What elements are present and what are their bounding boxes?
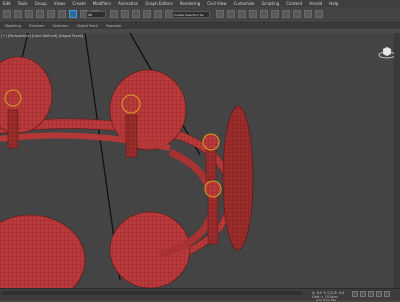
material-editor-icon[interactable] <box>282 10 290 18</box>
toolbar-left-group <box>3 10 99 18</box>
render-icon[interactable] <box>315 10 323 18</box>
main-toolbar: All Create Selection Se <box>0 7 400 23</box>
toolbar-transform-group <box>110 10 173 18</box>
named-selection-set-value: Create Selection Se <box>174 13 204 17</box>
render-setup-icon[interactable] <box>293 10 301 18</box>
menu-item[interactable]: Content <box>286 0 302 7</box>
zoom-extents-icon[interactable] <box>376 291 382 297</box>
timeline-track[interactable] <box>2 291 302 295</box>
viewport-label[interactable]: [+] [Perspective] [User Defined] [Edged … <box>1 34 83 38</box>
undo-icon[interactable] <box>3 10 11 18</box>
bind-spacewarp-icon[interactable] <box>47 10 55 18</box>
layer-explorer-icon[interactable] <box>238 10 246 18</box>
menu-item[interactable]: Graph Editors <box>145 0 172 7</box>
angle-snap-icon[interactable] <box>154 10 162 18</box>
viewport-right-edge <box>394 33 400 288</box>
menu-item[interactable]: Animation <box>118 0 138 7</box>
menu-item[interactable]: Help <box>329 0 338 7</box>
menu-item[interactable]: Arnold <box>309 0 322 7</box>
selection-filter-value: All <box>88 13 93 17</box>
align-icon[interactable] <box>227 10 235 18</box>
key-mode-icon[interactable] <box>360 291 366 297</box>
candle-post <box>125 114 138 158</box>
menu-item[interactable]: Edit <box>3 0 11 7</box>
menu-item[interactable]: Modifiers <box>93 0 111 7</box>
play-icon[interactable] <box>352 291 358 297</box>
menu-item[interactable]: Customize <box>234 0 255 7</box>
menu-item[interactable]: Tools <box>18 0 28 7</box>
named-selection-set-dropdown[interactable]: Create Selection Se <box>172 11 210 18</box>
menu-item[interactable]: Create <box>72 0 85 7</box>
graphite-toggle-icon[interactable] <box>249 10 257 18</box>
candle-post <box>7 109 19 149</box>
link-icon[interactable] <box>25 10 33 18</box>
schematic-view-icon[interactable] <box>271 10 279 18</box>
selection-filter-dropdown[interactable]: All <box>86 11 106 18</box>
playback-controls <box>352 291 390 297</box>
menu-item[interactable]: Views <box>54 0 66 7</box>
bulb <box>204 180 222 198</box>
status-bar: X: 0.0 Y: 0.0 Z: 0.0 Grid = 10.0cm Add T… <box>0 288 400 302</box>
bulb <box>121 94 141 114</box>
perspective-viewport[interactable]: [+] [Perspective] [User Defined] [Edged … <box>0 33 394 288</box>
unlink-icon[interactable] <box>36 10 44 18</box>
move-icon[interactable] <box>110 10 118 18</box>
curve-editor-icon[interactable] <box>260 10 268 18</box>
rotate-icon[interactable] <box>121 10 129 18</box>
toolbar-right-group <box>216 10 323 18</box>
lamp-disc-side <box>222 105 254 251</box>
snap-icon[interactable] <box>143 10 151 18</box>
orbit-icon[interactable] <box>384 291 390 297</box>
lamp-disc <box>0 214 86 288</box>
add-time-tag-label[interactable]: Add Time Tag <box>316 298 336 302</box>
select-by-name-icon[interactable] <box>69 10 77 18</box>
redo-icon[interactable] <box>14 10 22 18</box>
bulb <box>4 89 22 107</box>
menu-item[interactable]: Scripting <box>262 0 280 7</box>
time-config-icon[interactable] <box>368 291 374 297</box>
scene-render <box>0 33 254 288</box>
menu-item[interactable]: Civil View <box>207 0 226 7</box>
scale-icon[interactable] <box>132 10 140 18</box>
menu-item[interactable]: Rendering <box>180 0 200 7</box>
candle-post <box>205 149 217 181</box>
candle-post <box>207 195 219 245</box>
menu-bar: Edit Tools Group Views Create Modifiers … <box>0 0 400 7</box>
mirror-icon[interactable] <box>216 10 224 18</box>
select-object-icon[interactable] <box>58 10 66 18</box>
bulb <box>202 133 220 151</box>
rendered-frame-icon[interactable] <box>304 10 312 18</box>
menu-item[interactable]: Group <box>35 0 47 7</box>
